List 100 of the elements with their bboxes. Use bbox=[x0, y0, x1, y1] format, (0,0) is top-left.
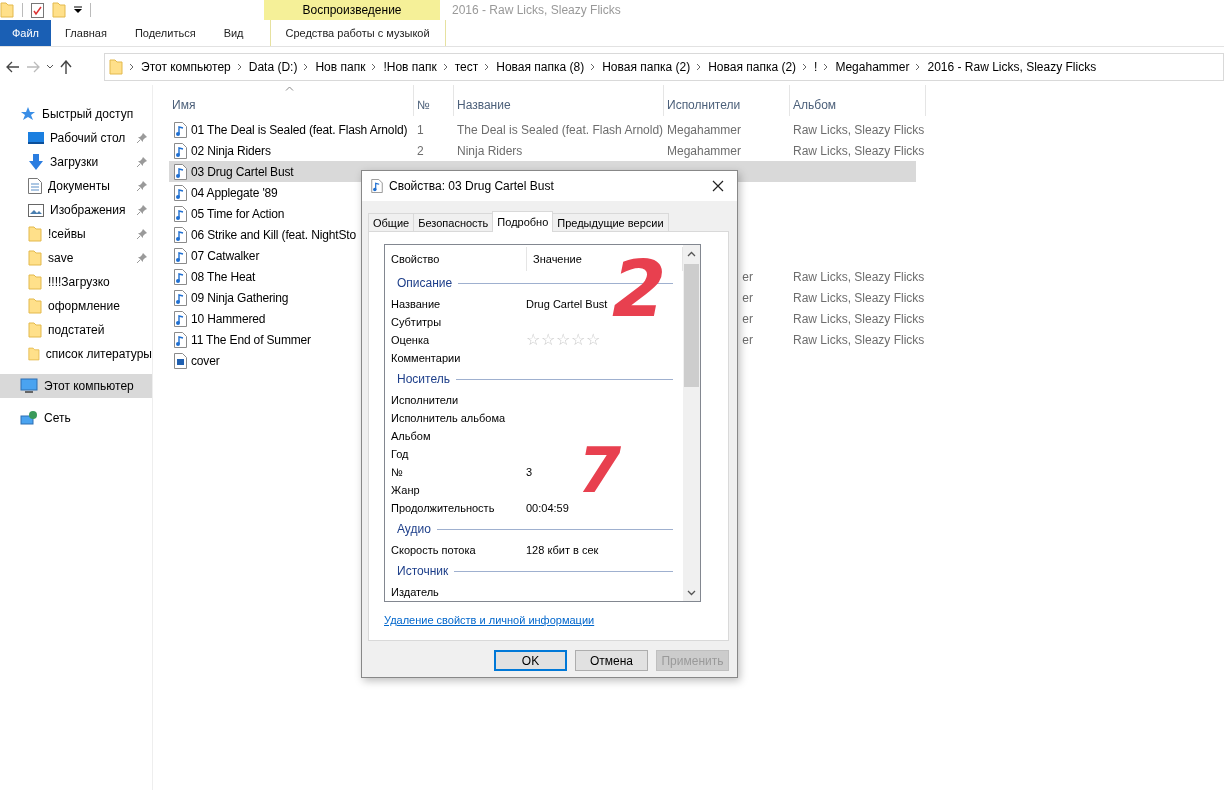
up-arrow-icon[interactable] bbox=[60, 60, 72, 74]
nav-item[interactable]: Сеть bbox=[0, 406, 152, 430]
table-cell-text: The Deal is Sealed (feat. Flash Arnold) bbox=[456, 121, 664, 139]
pin-icon[interactable] bbox=[137, 253, 147, 263]
dialog-button[interactable]: Отмена bbox=[575, 650, 648, 671]
pin-icon[interactable] bbox=[137, 205, 147, 215]
chevron-icon[interactable] bbox=[823, 63, 830, 71]
music-file-icon bbox=[174, 331, 187, 348]
star-icon bbox=[20, 106, 36, 122]
section-heading: Описание bbox=[397, 276, 453, 290]
pin-icon[interactable] bbox=[137, 181, 147, 191]
chevron-icon[interactable] bbox=[303, 63, 310, 71]
ribbon-tab[interactable]: Средства работы с музыкой bbox=[269, 20, 446, 46]
remove-properties-link[interactable]: Удаление свойств и личной информации bbox=[384, 614, 595, 626]
table-cell-text: Raw Licks, Sleazy Flicks bbox=[792, 331, 926, 349]
file-name-cell[interactable]: 02 Ninja Riders bbox=[169, 140, 414, 161]
column-header[interactable]: Альбом bbox=[790, 85, 926, 116]
dialog-tab[interactable]: Предыдущие версии bbox=[552, 213, 669, 231]
breadcrumb[interactable]: Новая папка (8) bbox=[496, 60, 585, 74]
breadcrumb[interactable]: Этот компьютер bbox=[141, 60, 231, 74]
scrollbar[interactable] bbox=[683, 245, 700, 601]
ribbon-tab[interactable]: Главная bbox=[51, 20, 121, 46]
column-header[interactable]: № bbox=[414, 85, 454, 116]
chevron-icon[interactable] bbox=[236, 63, 243, 71]
breadcrumb[interactable]: ! bbox=[814, 60, 818, 74]
table-cell-text: er bbox=[741, 310, 754, 328]
column-header[interactable]: Имя bbox=[169, 85, 414, 116]
nav-item[interactable]: Загрузки bbox=[0, 150, 152, 174]
dialog-button[interactable]: OK bbox=[494, 650, 567, 671]
nav-item[interactable]: оформление bbox=[0, 294, 152, 318]
property-value: 00:04:59 bbox=[526, 502, 569, 514]
chevron-icon[interactable] bbox=[590, 63, 597, 71]
breadcrumb[interactable]: !Нов папк bbox=[383, 60, 437, 74]
ribbon-tab[interactable]: Файл bbox=[0, 20, 51, 46]
document-icon bbox=[28, 178, 42, 194]
breadcrumb[interactable]: 2016 - Raw Licks, Sleazy Flicks bbox=[927, 60, 1097, 74]
breadcrumb[interactable]: Megahammer bbox=[835, 60, 910, 74]
property-value: 128 кбит в сек bbox=[526, 544, 599, 556]
table-cell-text: Raw Licks, Sleazy Flicks bbox=[792, 310, 926, 328]
breadcrumb[interactable]: Нов папк bbox=[315, 60, 366, 74]
breadcrumb[interactable]: Новая папка (2) bbox=[708, 60, 797, 74]
music-file-icon bbox=[174, 289, 187, 306]
table-cell-text: Megahammer bbox=[666, 121, 743, 139]
chevron-icon[interactable] bbox=[484, 63, 491, 71]
chevron-icon[interactable] bbox=[371, 63, 378, 71]
music-file-icon bbox=[174, 163, 187, 180]
scroll-up-icon[interactable] bbox=[687, 250, 696, 257]
nav-item[interactable]: подстатей bbox=[0, 318, 152, 342]
pin-icon[interactable] bbox=[137, 133, 147, 143]
column-header[interactable]: Название bbox=[454, 85, 664, 116]
close-icon[interactable] bbox=[712, 180, 724, 192]
column-header[interactable]: Исполнители bbox=[664, 85, 790, 116]
nav-item[interactable]: save bbox=[0, 246, 152, 270]
address-bar[interactable]: Этот компьютер Data (D:) Нов папк !Нов папк тест Новая папка (8) Новая папка (2) Новая папка (2) ! Megahammer 2016 - Raw Licks, Sleazy Flicks bbox=[104, 53, 1224, 81]
dialog-tab[interactable]: Общие bbox=[368, 213, 415, 231]
property-value: Drug Cartel Bust bbox=[526, 298, 608, 310]
folder-icon bbox=[28, 346, 40, 362]
table-cell-text: 1 bbox=[416, 121, 425, 139]
image-file-icon bbox=[174, 352, 187, 369]
window-title: 2016 - Raw Licks, Sleazy Flicks bbox=[452, 3, 621, 17]
breadcrumb[interactable]: Новая папка (2) bbox=[602, 60, 691, 74]
pin-icon[interactable] bbox=[137, 229, 147, 239]
desktop-icon bbox=[28, 131, 44, 145]
breadcrumb[interactable]: тест bbox=[454, 60, 479, 74]
nav-item[interactable]: Документы bbox=[0, 174, 152, 198]
nav-item[interactable]: Быстрый доступ bbox=[0, 102, 152, 126]
nav-item[interactable]: !сейвы bbox=[0, 222, 152, 246]
ribbon-tab[interactable]: Вид bbox=[209, 20, 258, 46]
nav-item[interactable]: !!!!Загрузко bbox=[0, 270, 152, 294]
computer-icon bbox=[20, 378, 38, 394]
chevron-icon[interactable] bbox=[915, 63, 922, 71]
customize-dropdown-icon[interactable] bbox=[74, 6, 82, 14]
recent-dropdown-icon[interactable] bbox=[46, 64, 54, 70]
scroll-down-icon[interactable] bbox=[687, 589, 696, 596]
pin-icon[interactable] bbox=[137, 157, 147, 167]
section-heading: Источник bbox=[397, 564, 449, 578]
folder-icon bbox=[28, 298, 42, 314]
breadcrumb[interactable]: Data (D:) bbox=[248, 60, 298, 74]
back-arrow-icon[interactable] bbox=[6, 61, 20, 73]
nav-item[interactable]: Изображения bbox=[0, 198, 152, 222]
chevron-icon[interactable] bbox=[696, 63, 703, 71]
context-tab-group-label: Воспроизведение bbox=[264, 0, 440, 20]
dialog-tab[interactable]: Подробно bbox=[492, 211, 554, 232]
download-arrow-icon bbox=[28, 154, 44, 170]
nav-item[interactable]: Рабочий стол bbox=[0, 126, 152, 150]
column-header[interactable]: Свойство bbox=[385, 247, 528, 271]
chevron-icon[interactable] bbox=[442, 63, 449, 71]
property-name: Оценка bbox=[390, 334, 431, 346]
scroll-thumb[interactable] bbox=[684, 264, 699, 387]
chevron-icon[interactable] bbox=[129, 63, 135, 71]
property-name: Комментарии bbox=[390, 352, 462, 364]
file-name-cell[interactable]: 01 The Deal is Sealed (feat. Flash Arnold) bbox=[169, 119, 414, 140]
table-cell-text: er bbox=[741, 331, 754, 349]
property-name: № bbox=[390, 466, 404, 478]
chevron-icon[interactable] bbox=[802, 63, 809, 71]
properties-checkmark-icon[interactable] bbox=[31, 2, 44, 18]
nav-item[interactable]: список литературы bbox=[0, 342, 152, 366]
nav-item[interactable]: Этот компьютер bbox=[0, 374, 152, 398]
ribbon-tab[interactable]: Поделиться bbox=[120, 20, 210, 46]
handwritten-annotation: 7 bbox=[578, 440, 622, 502]
